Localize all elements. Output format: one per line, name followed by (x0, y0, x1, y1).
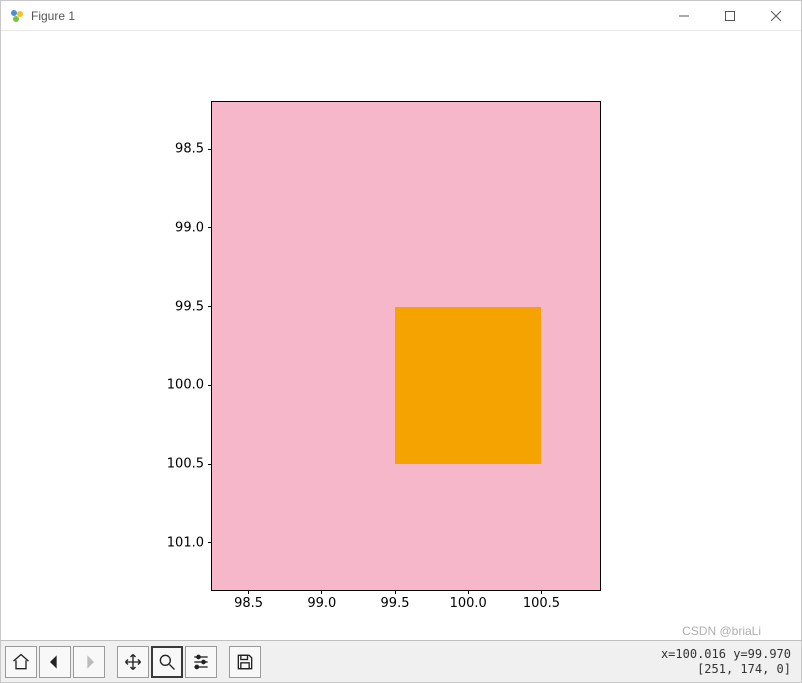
configure-subplots-button[interactable] (185, 646, 217, 678)
back-button[interactable] (39, 646, 71, 678)
y-tick-label: 100.0 (152, 378, 212, 393)
app-icon (9, 8, 25, 24)
x-tick-label: 100.0 (438, 590, 498, 611)
y-tick-label: 100.5 (152, 457, 212, 472)
plot-canvas[interactable]: 98.5 99.0 99.5 100.0 100.5 101.0 98.5 99.0 99.5 1… (1, 31, 801, 640)
cursor-status: x=100.016 y=99.970 [251, 174, 0] (661, 647, 797, 676)
cursor-pixel: [251, 174, 0] (661, 662, 791, 676)
x-tick-label: 99.5 (365, 590, 425, 611)
window-controls (661, 1, 799, 30)
pan-button[interactable] (117, 646, 149, 678)
watermark: CSDN @briaLi (682, 624, 761, 638)
y-tick-label: 101.0 (152, 535, 212, 550)
maximize-button[interactable] (707, 1, 753, 30)
x-tick-label: 100.5 (511, 590, 571, 611)
data-region (395, 307, 541, 464)
titlebar: Figure 1 (1, 1, 801, 31)
window-title: Figure 1 (31, 9, 75, 23)
cursor-coords: x=100.016 y=99.970 (661, 647, 791, 661)
close-button[interactable] (753, 1, 799, 30)
x-tick-label: 98.5 (219, 590, 279, 611)
save-button[interactable] (229, 646, 261, 678)
axes: 98.599.099.5100.0100.5101.098.599.099.51… (211, 101, 601, 591)
toolbar: x=100.016 y=99.970 [251, 174, 0] (1, 640, 801, 682)
minimize-button[interactable] (661, 1, 707, 30)
y-tick-label: 98.5 (152, 142, 212, 157)
y-tick-label: 99.5 (152, 299, 212, 314)
forward-button[interactable] (73, 646, 105, 678)
y-tick-label: 99.0 (152, 220, 212, 235)
x-tick-label: 99.0 (292, 590, 352, 611)
home-button[interactable] (5, 646, 37, 678)
zoom-button[interactable] (151, 646, 183, 678)
